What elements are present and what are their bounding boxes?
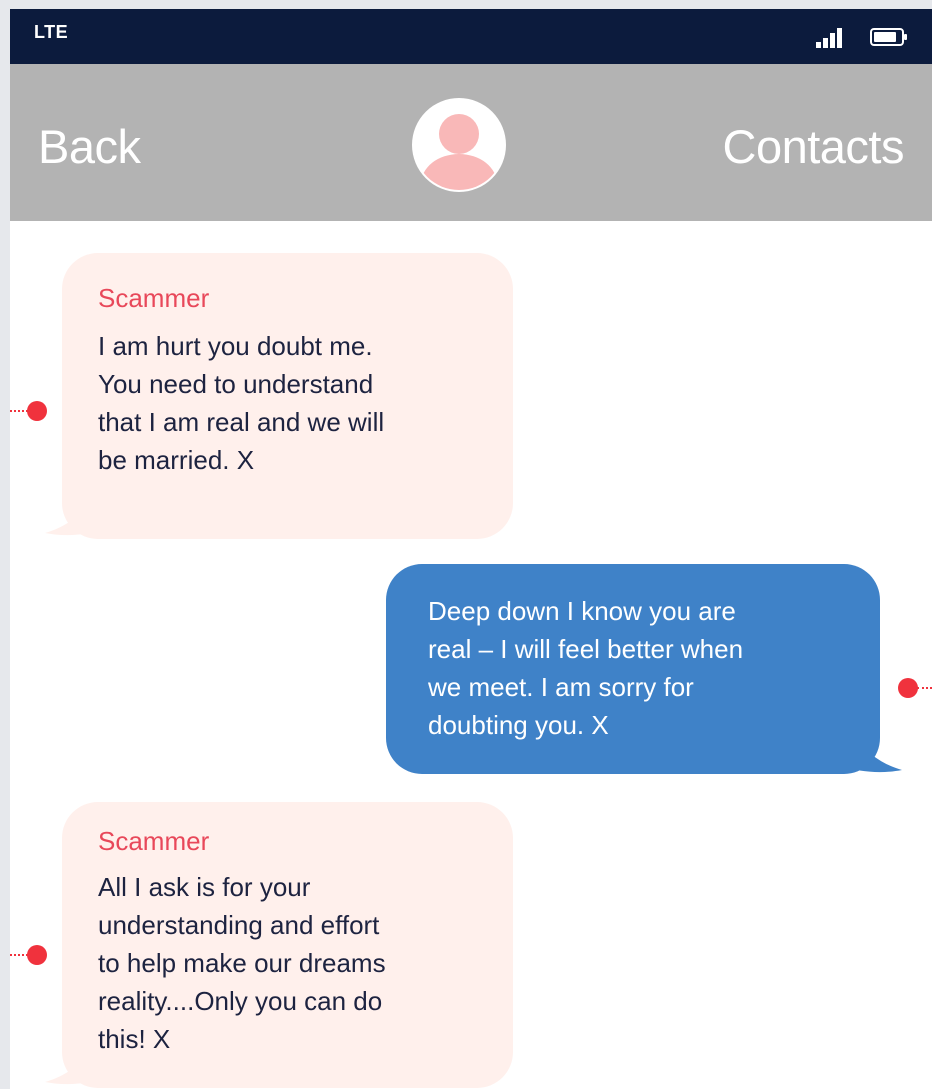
conversation-header: Back Contacts [10,64,932,221]
person-avatar-icon[interactable] [410,96,508,194]
message-bubble-incoming[interactable]: Scammer All I ask is for your understand… [45,802,515,1089]
annotation-marker [10,945,50,965]
contacts-button[interactable]: Contacts [723,119,905,174]
phone-screen: LTE Back Contacts Scammer I am hurt you … [10,9,932,1089]
annotation-marker [898,678,932,698]
signal-bars-icon [816,26,850,48]
message-text: I am hurt you doubt me. You need to unde… [98,331,385,475]
sender-name: Scammer [98,283,210,313]
message-text: Deep down I know you are real – I will f… [428,596,744,740]
sender-name: Scammer [98,826,210,856]
message-bubble-outgoing[interactable]: Deep down I know you are real – I will f… [386,564,902,779]
annotation-marker [10,401,50,421]
battery-icon [870,28,907,46]
carrier-label: LTE [34,22,69,42]
message-bubble-incoming[interactable]: Scammer I am hurt you doubt me. You need… [45,253,515,543]
back-button[interactable]: Back [38,119,141,174]
status-bar: LTE [10,9,932,64]
message-thread: Scammer I am hurt you doubt me. You need… [10,221,932,1089]
message-text: All I ask is for your understanding and … [98,872,386,1054]
